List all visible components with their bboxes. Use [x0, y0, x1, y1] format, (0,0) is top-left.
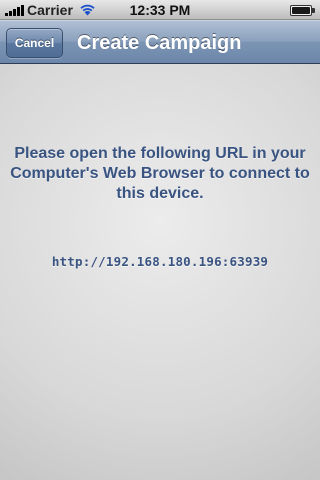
battery-level-fill	[292, 7, 310, 14]
status-time: 12:33 PM	[129, 2, 191, 18]
battery-icon	[290, 5, 312, 16]
navigation-bar: Cancel Create Campaign	[0, 20, 320, 64]
battery-tip	[312, 8, 315, 13]
device-url: http://192.168.180.196:63939	[51, 254, 269, 269]
main-content: Please open the following URL in your Co…	[0, 64, 320, 480]
page-title: Create Campaign	[77, 32, 242, 54]
connection-instructions: Please open the following URL in your Co…	[10, 145, 310, 202]
cancel-button[interactable]: Cancel	[6, 28, 63, 58]
status-bar: Carrier 12:33 PM	[0, 0, 320, 20]
